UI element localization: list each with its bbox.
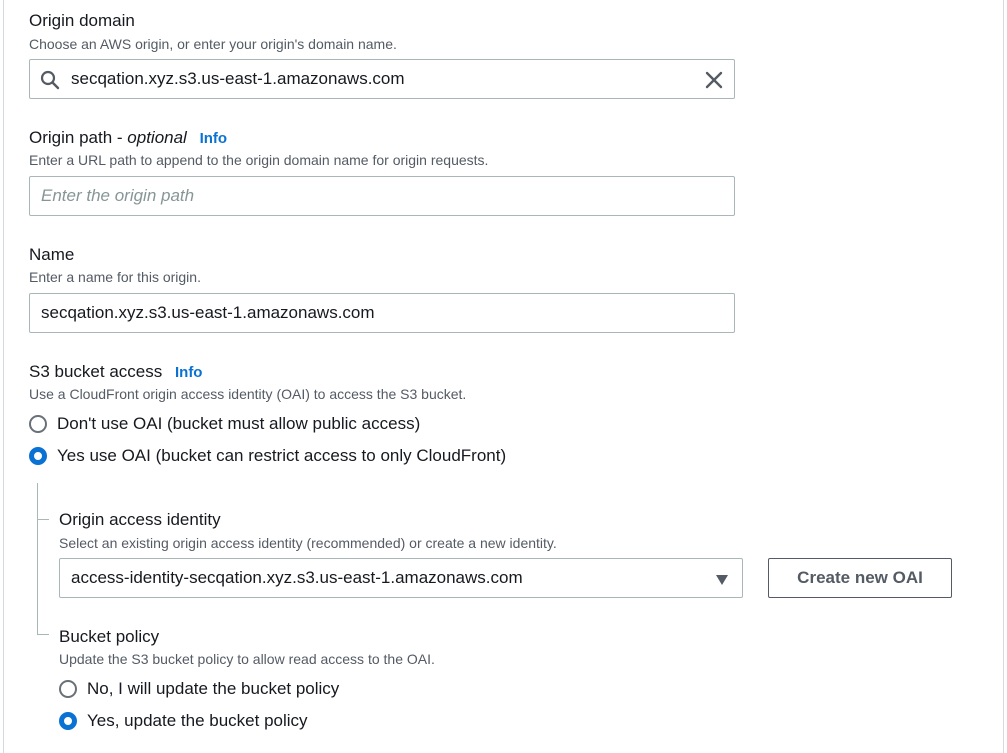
name-value: secqation.xyz.s3.us-east-1.amazonaws.com [41, 303, 375, 322]
origin-path-label-text: Origin path - [29, 128, 123, 147]
name-label: Name [29, 245, 75, 264]
radio-yes-update-policy-label: Yes, update the bucket policy [87, 711, 308, 730]
radio-no-update-policy-label: No, I will update the bucket policy [87, 679, 340, 698]
origin-domain-value: secqation.xyz.s3.us-east-1.amazonaws.com [71, 69, 405, 88]
origin-domain-description: Choose an AWS origin, or enter your orig… [29, 36, 397, 52]
radio-yes-update-policy[interactable]: Yes, update the bucket policy [59, 711, 308, 731]
radio-yes-oai-label: Yes use OAI (bucket can restrict access … [57, 446, 507, 465]
origin-path-placeholder: Enter the origin path [41, 186, 195, 205]
radio-no-oai-label: Don't use OAI (bucket must allow public … [57, 414, 421, 433]
s3-access-label-text: S3 bucket access [29, 362, 163, 381]
origin-domain-label: Origin domain [29, 11, 135, 30]
oai-selected-value: access-identity-secqation.xyz.s3.us-east… [71, 568, 523, 587]
name-description: Enter a name for this origin. [29, 269, 201, 285]
origin-domain-input[interactable]: secqation.xyz.s3.us-east-1.amazonaws.com [29, 59, 735, 99]
radio-button-unchecked[interactable] [59, 680, 77, 698]
radio-no-update-policy[interactable]: No, I will update the bucket policy [59, 679, 339, 699]
s3-access-label: S3 bucket access Info [29, 362, 202, 382]
name-input[interactable]: secqation.xyz.s3.us-east-1.amazonaws.com [29, 293, 735, 333]
origin-path-label: Origin path - optional Info [29, 128, 227, 148]
oai-label: Origin access identity [59, 510, 221, 529]
create-new-oai-button[interactable]: Create new OAI [768, 558, 952, 598]
s3-access-description: Use a CloudFront origin access identity … [29, 386, 467, 402]
radio-button-unchecked[interactable] [29, 415, 47, 433]
search-icon [40, 70, 60, 90]
radio-button-checked[interactable] [59, 712, 77, 730]
radio-button-checked[interactable] [29, 447, 47, 465]
close-icon[interactable] [705, 71, 723, 89]
radio-no-oai[interactable]: Don't use OAI (bucket must allow public … [29, 414, 420, 434]
tree-branch-policy [37, 634, 49, 635]
origin-path-input[interactable]: Enter the origin path [29, 176, 735, 216]
caret-down-icon [715, 573, 729, 585]
origin-path-info-link[interactable]: Info [200, 130, 228, 147]
oai-select[interactable]: access-identity-secqation.xyz.s3.us-east… [59, 558, 743, 598]
tree-branch-oai [37, 519, 49, 520]
radio-yes-oai[interactable]: Yes use OAI (bucket can restrict access … [29, 446, 506, 466]
origin-path-description: Enter a URL path to append to the origin… [29, 152, 489, 168]
oai-description: Select an existing origin access identit… [59, 535, 557, 551]
bucket-policy-label: Bucket policy [59, 627, 160, 646]
bucket-policy-description: Update the S3 bucket policy to allow rea… [59, 651, 435, 667]
s3-access-info-link[interactable]: Info [175, 364, 203, 381]
optional-tag: optional [127, 128, 187, 147]
tree-connector [37, 483, 38, 635]
